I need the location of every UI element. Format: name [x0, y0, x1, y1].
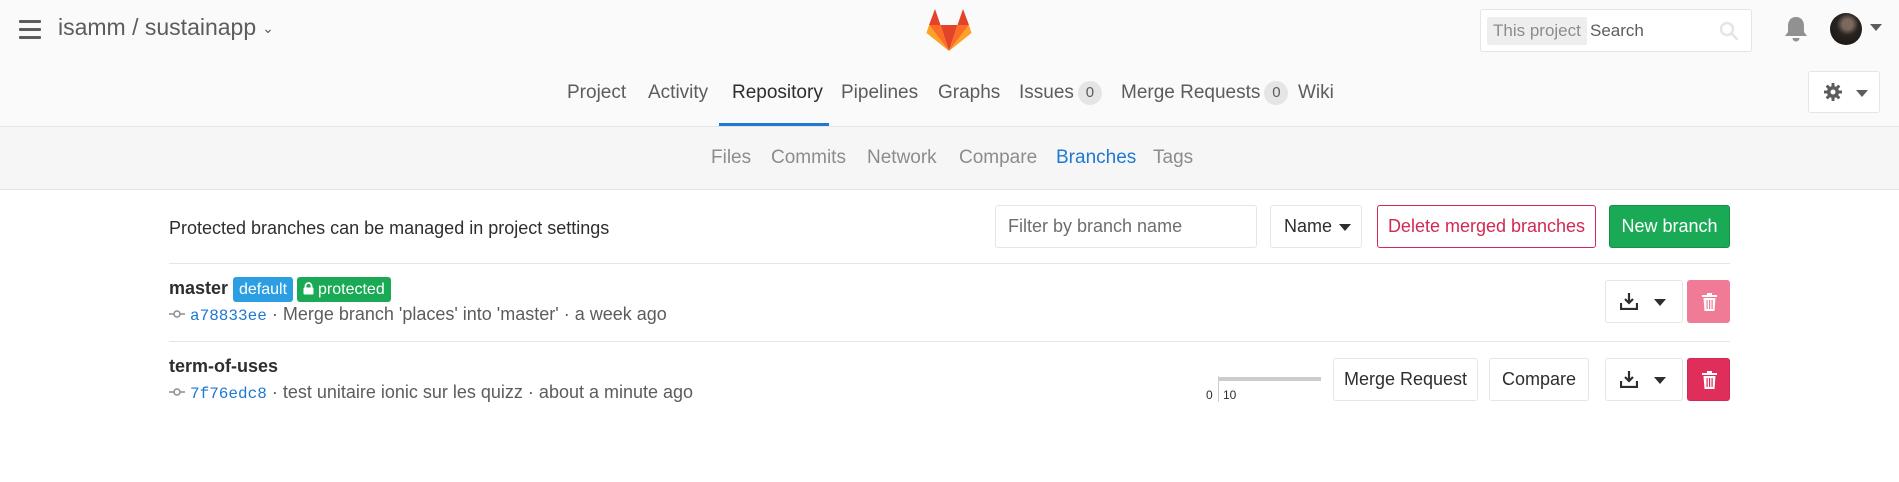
commit-sha-link[interactable]: 7f76edc8	[190, 385, 267, 403]
download-dropdown-button[interactable]	[1605, 358, 1683, 401]
commit-message: · test unitaire ionic sur les quizz · ab…	[271, 382, 694, 402]
settings-dropdown-button[interactable]	[1808, 71, 1880, 113]
avatar[interactable]	[1830, 13, 1862, 45]
delete-branch-button[interactable]	[1687, 280, 1730, 323]
gitlab-logo[interactable]	[926, 8, 972, 52]
behind-count: 0	[1206, 388, 1213, 402]
delete-branch-button[interactable]	[1687, 358, 1730, 401]
tab-pipelines[interactable]: Pipelines	[841, 66, 918, 126]
subtab-branches[interactable]: Branches	[1056, 147, 1136, 169]
chevron-down-icon[interactable]: ⌄	[262, 20, 274, 37]
merge-request-button[interactable]: Merge Request	[1333, 358, 1478, 401]
sort-dropdown-button[interactable]: Name	[1270, 205, 1362, 248]
ahead-bar	[1218, 377, 1321, 381]
search-input[interactable]: Search	[1590, 21, 1644, 41]
download-icon	[1620, 293, 1638, 310]
chevron-down-icon	[1654, 377, 1666, 384]
tab-issues[interactable]: Issues 0	[1019, 66, 1102, 126]
compare-button[interactable]: Compare	[1489, 358, 1589, 401]
commit-icon	[169, 310, 185, 318]
commit-sha-link[interactable]: a78833ee	[190, 307, 267, 325]
branch-filter-input[interactable]	[995, 205, 1257, 248]
search-icon	[1719, 21, 1739, 41]
tab-wiki[interactable]: Wiki	[1298, 66, 1334, 126]
top-header: isamm / sustainapp ⌄ This project Search …	[0, 0, 1899, 127]
tab-activity[interactable]: Activity	[648, 66, 708, 126]
menu-icon[interactable]	[19, 20, 41, 40]
download-dropdown-button[interactable]	[1605, 280, 1683, 323]
bell-icon[interactable]	[1783, 15, 1809, 43]
default-badge: default	[233, 277, 294, 302]
gear-icon	[1824, 83, 1842, 101]
search-scope-badge[interactable]: This project	[1487, 17, 1587, 45]
subtab-compare[interactable]: Compare	[959, 147, 1037, 169]
search-box[interactable]: This project Search	[1480, 9, 1752, 52]
repository-subnav: Files Commits Network Compare Branches T…	[0, 127, 1899, 190]
trash-icon	[1702, 371, 1717, 389]
subtab-commits[interactable]: Commits	[771, 147, 846, 169]
new-branch-button[interactable]: New branch	[1609, 205, 1730, 248]
lock-icon	[303, 282, 314, 295]
chevron-down-icon	[1339, 224, 1351, 231]
commit-info: a78833ee · Merge branch 'places' into 'm…	[169, 304, 667, 325]
divider	[169, 341, 1730, 342]
trash-icon	[1702, 293, 1717, 311]
subtab-network[interactable]: Network	[867, 147, 937, 169]
ahead-count: 10	[1223, 388, 1237, 402]
merge-requests-count-badge: 0	[1264, 81, 1289, 105]
branch-name[interactable]: term-of-uses	[169, 356, 278, 377]
divergence-graph: 0 10	[1203, 376, 1321, 404]
commit-icon	[169, 388, 185, 396]
chevron-down-icon[interactable]	[1870, 24, 1882, 31]
protected-badge: protected	[297, 277, 391, 302]
divider	[169, 263, 1730, 264]
chevron-down-icon	[1856, 90, 1868, 97]
tab-project[interactable]: Project	[567, 66, 626, 126]
branch-name[interactable]: master	[169, 278, 228, 299]
project-nav: Project Activity Repository Pipelines Gr…	[0, 66, 1899, 126]
project-path-text[interactable]: isamm / sustainapp	[58, 14, 256, 40]
subtab-tags[interactable]: Tags	[1153, 147, 1193, 169]
tab-repository[interactable]: Repository	[719, 66, 829, 126]
tab-merge-requests[interactable]: Merge Requests 0	[1121, 66, 1289, 126]
protected-branches-info: Protected branches can be managed in pro…	[169, 218, 610, 238]
download-icon	[1620, 371, 1638, 388]
project-title[interactable]: isamm / sustainapp ⌄	[58, 14, 274, 41]
issues-count-badge: 0	[1077, 81, 1102, 105]
tab-graphs[interactable]: Graphs	[938, 66, 1000, 126]
commit-info: 7f76edc8 · test unitaire ionic sur les q…	[169, 382, 693, 403]
divergence-separator	[1218, 376, 1219, 402]
subtab-files[interactable]: Files	[711, 147, 751, 169]
delete-merged-branches-button[interactable]: Delete merged branches	[1377, 205, 1596, 248]
commit-message: · Merge branch 'places' into 'master' · …	[271, 304, 667, 324]
sort-label: Name	[1284, 216, 1333, 236]
chevron-down-icon	[1654, 299, 1666, 306]
